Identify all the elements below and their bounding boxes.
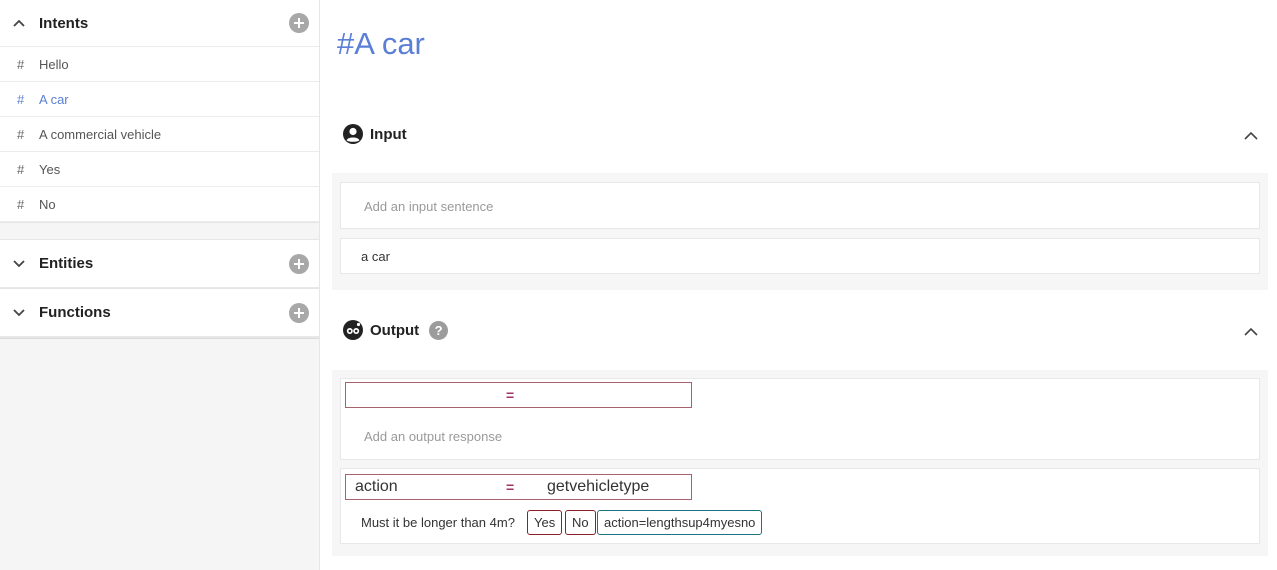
app: Intents # Hello # A car # A commercial v… [0, 0, 1277, 570]
output-section-body: = Add an output response action = getveh… [332, 370, 1268, 556]
chevron-down-icon[interactable] [12, 257, 26, 271]
entities-header[interactable]: Entities [0, 240, 319, 288]
input-section-header: Input [343, 122, 1260, 146]
chevron-up-icon[interactable] [1244, 323, 1258, 337]
help-icon[interactable]: ? [429, 320, 449, 340]
output-title: Output [370, 321, 420, 339]
add-entity-icon[interactable] [289, 253, 309, 274]
sidebar: Intents # Hello # A car # A commercial v… [0, 0, 320, 570]
main-content: #A car Input Add an input sentence a car [320, 0, 1277, 570]
hash-icon: # [17, 196, 25, 212]
sidebar-item-label: Hello [39, 56, 69, 72]
entities-panel: Entities [0, 240, 319, 289]
user-icon [343, 124, 363, 144]
hash-icon: # [17, 56, 25, 72]
kv-equals: = [506, 479, 515, 495]
functions-title: Functions [39, 304, 111, 321]
kv-key[interactable]: action [346, 478, 506, 496]
intents-title: Intents [39, 14, 89, 32]
sidebar-gap [0, 223, 319, 240]
action-chip[interactable]: action=lengthsup4myesno [597, 510, 763, 535]
sidebar-item-a-car[interactable]: # A car [0, 82, 319, 117]
sidebar-divider [0, 338, 319, 339]
sidebar-item-label: A car [39, 91, 69, 107]
bot-icon [343, 320, 363, 340]
entities-title: Entities [39, 255, 94, 272]
chevron-up-icon[interactable] [12, 16, 26, 30]
sidebar-item-label: A commercial vehicle [39, 126, 162, 142]
sidebar-item-hello[interactable]: # Hello [0, 47, 319, 82]
intents-panel: Intents # Hello # A car # A commercial v… [0, 0, 319, 223]
hash-icon: # [17, 91, 25, 107]
new-key-value-field[interactable]: = [345, 382, 692, 408]
kv-equals: = [506, 387, 515, 403]
sidebar-item-label: Yes [39, 161, 61, 177]
sidebar-item-no[interactable]: # No [0, 187, 319, 222]
input-sentence-text: a car [361, 249, 390, 264]
input-placeholder: Add an input sentence [364, 199, 494, 214]
input-section-body: Add an input sentence a car [332, 173, 1268, 290]
input-sentence-field[interactable]: Add an input sentence [340, 182, 1260, 229]
yes-button-chip[interactable]: Yes [527, 510, 563, 535]
page-title: #A car [337, 26, 425, 61]
sidebar-item-yes[interactable]: # Yes [0, 152, 319, 187]
functions-header[interactable]: Functions [0, 289, 319, 337]
no-button-chip[interactable]: No [565, 510, 596, 535]
input-title: Input [370, 125, 407, 143]
intents-header[interactable]: Intents [0, 0, 319, 47]
output-placeholder: Add an output response [364, 429, 503, 444]
hash-icon: # [17, 161, 25, 177]
sidebar-item-label: No [39, 196, 56, 212]
sidebar-item-a-commercial-vehicle[interactable]: # A commercial vehicle [0, 117, 319, 152]
functions-panel: Functions [0, 289, 319, 338]
kv-value[interactable]: getvehicletype [534, 478, 649, 496]
output-response-row[interactable]: action = getvehicletype Must it be longe… [340, 468, 1260, 544]
chevron-down-icon[interactable] [12, 306, 26, 320]
chevron-up-icon[interactable] [1244, 127, 1258, 141]
input-sentence-row[interactable]: a car [340, 238, 1260, 274]
output-section-header: Output ? [343, 318, 1260, 342]
output-response-field[interactable]: = Add an output response [340, 378, 1260, 460]
hash-icon: # [17, 126, 25, 142]
add-function-icon[interactable] [289, 302, 309, 323]
response-text: Must it be longer than 4m? [361, 515, 515, 530]
action-key-value[interactable]: action = getvehicletype [345, 474, 692, 500]
add-intent-icon[interactable] [289, 13, 309, 33]
